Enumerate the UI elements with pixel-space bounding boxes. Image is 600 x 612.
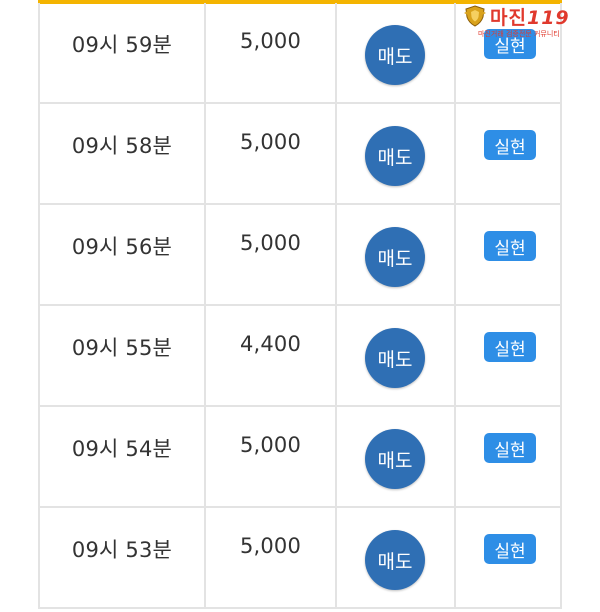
shield-badge-icon (464, 5, 486, 27)
watermark-logo: 마진119 (460, 4, 592, 29)
trade-amount: 5,000 (239, 231, 302, 255)
realized-badge: 실현 (484, 534, 536, 564)
trade-amount: 5,000 (239, 433, 302, 457)
sell-button[interactable]: 매도 (365, 530, 425, 590)
trade-time: 09시 54분 (71, 437, 173, 461)
realized-badge: 실현 (484, 433, 536, 463)
trade-amount: 5,000 (239, 534, 302, 558)
trade-time: 09시 58분 (71, 134, 173, 158)
table-row: 09시 53분 5,000 매도 실현 (40, 508, 560, 609)
watermark-tagline: 마진거래 검증전문 커뮤니티 (478, 30, 560, 38)
table-row: 09시 54분 5,000 매도 실현 (40, 407, 560, 508)
watermark: 마진119 마진거래 검증전문 커뮤니티 (460, 4, 592, 38)
table-row: 09시 58분 5,000 매도 실현 (40, 104, 560, 205)
realized-badge: 실현 (484, 231, 536, 261)
trade-amount: 4,400 (239, 332, 302, 356)
table-row: 09시 55분 4,400 매도 실현 (40, 306, 560, 407)
sell-button[interactable]: 매도 (365, 126, 425, 186)
screen: 09시 59분 5,000 매도 실현 09시 58분 5,000 매도 실현 … (0, 0, 600, 612)
realized-badge: 실현 (484, 332, 536, 362)
trade-amount: 5,000 (239, 130, 302, 154)
trade-time: 09시 53분 (71, 538, 173, 562)
sell-button[interactable]: 매도 (365, 328, 425, 388)
sell-button[interactable]: 매도 (365, 429, 425, 489)
watermark-brand: 마진119 (490, 6, 570, 29)
sell-button[interactable]: 매도 (365, 227, 425, 287)
trade-time: 09시 56분 (71, 235, 173, 259)
trade-history-table: 09시 59분 5,000 매도 실현 09시 58분 5,000 매도 실현 … (38, 3, 562, 609)
trade-time: 09시 55분 (71, 336, 173, 360)
trade-time: 09시 59분 (71, 33, 173, 57)
realized-badge: 실현 (484, 130, 536, 160)
trade-amount: 5,000 (239, 29, 302, 53)
sell-button[interactable]: 매도 (365, 25, 425, 85)
table-row: 09시 56분 5,000 매도 실현 (40, 205, 560, 306)
